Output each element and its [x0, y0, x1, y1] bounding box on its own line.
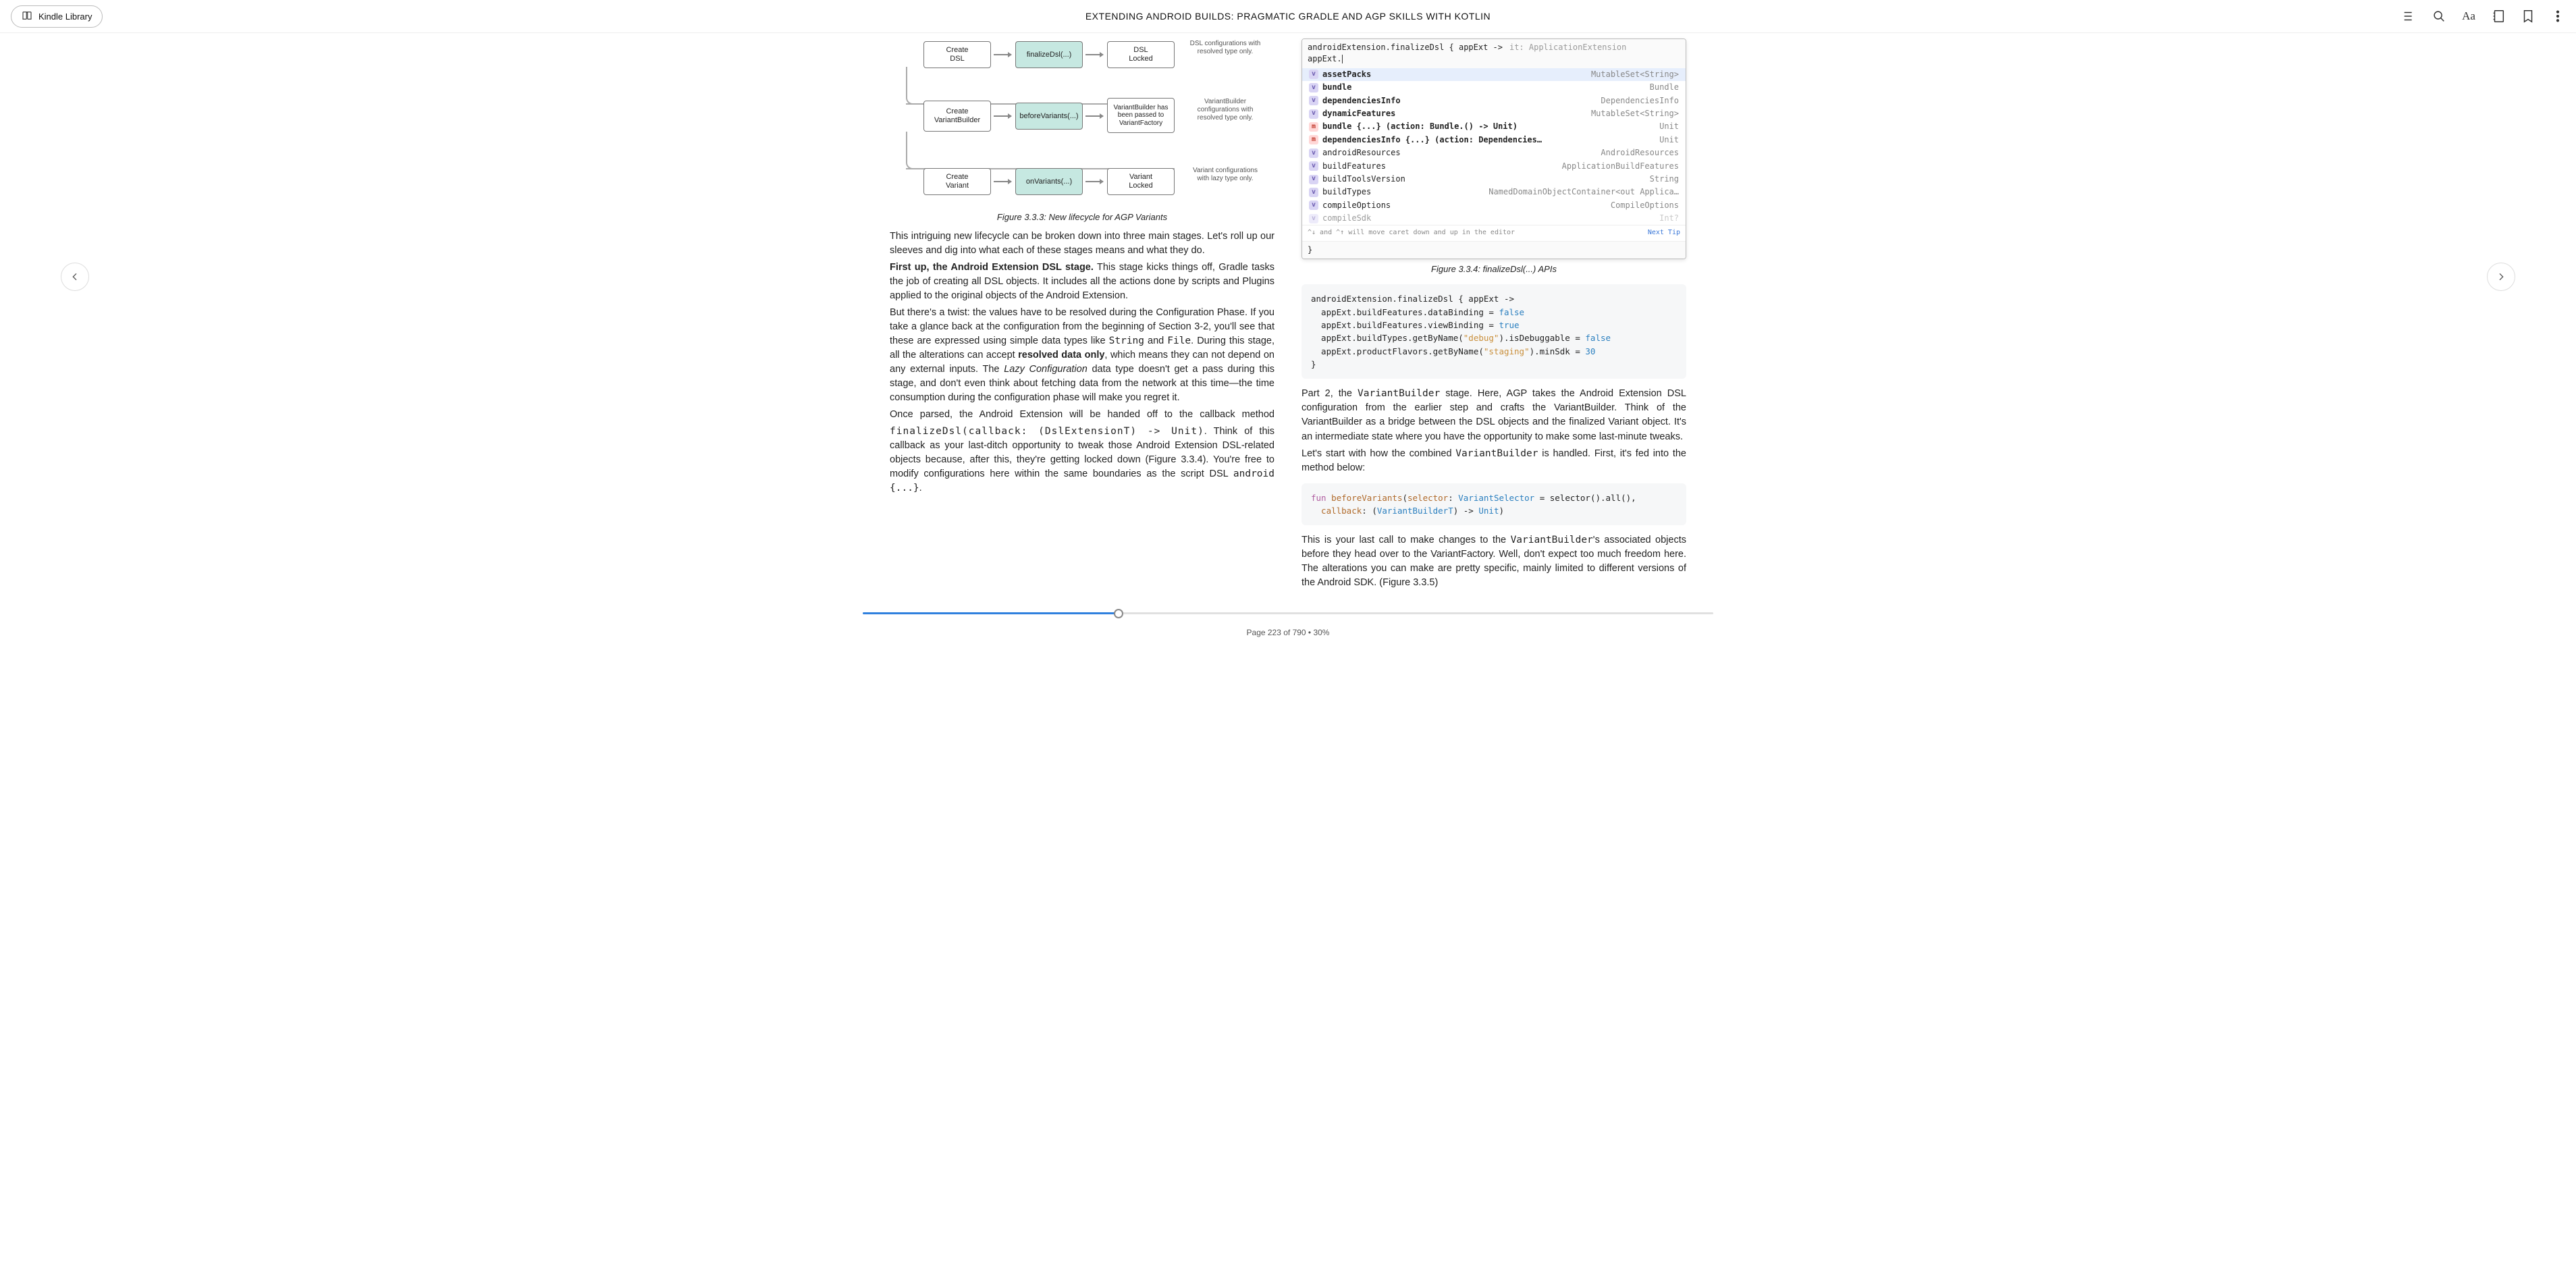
page-right: androidExtension.finalizeDsl { appExt ->… [1302, 38, 1686, 593]
ide-completion-item[interactable]: vcompileOptionsCompileOptions [1302, 199, 1686, 212]
ide-completion-list: vassetPacksMutableSet<String>vbundleBund… [1302, 68, 1686, 225]
ide-completion-item[interactable]: vassetPacksMutableSet<String> [1302, 68, 1686, 81]
font-size-icon[interactable]: Aa [2461, 9, 2476, 24]
code-block: androidExtension.finalizeDsl { appExt ->… [1302, 284, 1686, 379]
search-icon[interactable] [2432, 9, 2446, 24]
diagram-box-variant-locked: Variant Locked [1107, 168, 1175, 195]
diagram-box-dsl-locked: DSL Locked [1107, 41, 1175, 68]
variable-icon: v [1309, 83, 1318, 92]
ide-autocomplete-popup: androidExtension.finalizeDsl { appExt ->… [1302, 38, 1686, 259]
book-title: EXTENDING ANDROID BUILDS: PRAGMATIC GRAD… [1085, 11, 1491, 22]
ide-completion-item[interactable]: vandroidResourcesAndroidResources [1302, 146, 1686, 159]
ide-popup-footer: ^↓ and ^↑ will move caret down and up in… [1302, 225, 1686, 241]
body-text: But there's a twist: the values have to … [890, 306, 1274, 405]
variable-icon: v [1309, 200, 1318, 210]
ide-next-tip-link[interactable]: Next Tip [1648, 228, 1680, 238]
ide-completion-item[interactable]: vdynamicFeaturesMutableSet<String> [1302, 107, 1686, 120]
arrow-icon [1085, 115, 1103, 117]
diagram-note: DSL configurations with resolved type on… [1188, 40, 1262, 56]
variable-icon: v [1309, 188, 1318, 197]
page-indicator: Page 223 of 790 • 30% [0, 628, 2576, 637]
more-icon[interactable] [2550, 9, 2565, 24]
lifecycle-diagram: Create DSL finalizeDsl(...) DSL Locked D… [896, 38, 1274, 207]
book-icon [21, 9, 33, 24]
variable-icon: v [1309, 149, 1318, 158]
ide-completion-item[interactable]: vbuildTypesNamedDomainObjectContainer<ou… [1302, 186, 1686, 198]
ide-completion-item[interactable]: mdependenciesInfo {...} (action: Depende… [1302, 134, 1686, 146]
ide-completion-item[interactable]: vcompileSdkInt? [1302, 212, 1686, 225]
variable-icon: v [1309, 161, 1318, 171]
ide-code-line: } [1302, 241, 1686, 259]
app-header: Kindle Library EXTENDING ANDROID BUILDS:… [0, 0, 2576, 33]
variable-icon: v [1309, 214, 1318, 223]
arrow-icon [1085, 54, 1103, 55]
ide-completion-item[interactable]: vbundleBundle [1302, 81, 1686, 94]
variable-icon: v [1309, 96, 1318, 105]
page-left: Create DSL finalizeDsl(...) DSL Locked D… [890, 38, 1274, 593]
progress-thumb[interactable] [1114, 609, 1123, 618]
arrow-icon [994, 54, 1011, 55]
ide-completion-item[interactable]: vbuildToolsVersionString [1302, 173, 1686, 186]
header-toolbar: Aa [2402, 9, 2565, 24]
diagram-note: VariantBuilder configurations with resol… [1188, 98, 1262, 122]
diagram-box-onvariants: onVariants(...) [1015, 168, 1083, 195]
ide-hint-text: ^↓ and ^↑ will move caret down and up in… [1308, 228, 1515, 238]
bookmark-icon[interactable] [2521, 9, 2535, 24]
body-text: This intriguing new lifecycle can be bro… [890, 230, 1274, 258]
method-icon: m [1309, 135, 1318, 144]
diagram-box-finalizedsl: finalizeDsl(...) [1015, 41, 1083, 68]
diagram-box-create-vb: Create VariantBuilder [923, 101, 991, 132]
kindle-library-label: Kindle Library [38, 11, 92, 22]
ide-type-hint: it: ApplicationExtension [1509, 43, 1626, 52]
body-text: This is your last call to make changes t… [1302, 533, 1686, 590]
toc-icon[interactable] [2402, 9, 2417, 24]
notebook-icon[interactable] [2491, 9, 2506, 24]
variable-icon: v [1309, 109, 1318, 119]
prev-page-button[interactable] [61, 263, 89, 291]
diagram-box-create-variant: Create Variant [923, 168, 991, 195]
method-icon: m [1309, 122, 1318, 132]
arrow-icon [1085, 181, 1103, 182]
body-text: Part 2, the VariantBuilder stage. Here, … [1302, 387, 1686, 444]
variable-icon: v [1309, 175, 1318, 184]
kindle-library-button[interactable]: Kindle Library [11, 5, 103, 28]
progress-slider[interactable] [863, 609, 1713, 618]
body-text: Once parsed, the Android Extension will … [890, 408, 1274, 422]
text-cursor-icon [1342, 55, 1343, 63]
ide-code-line: androidExtension.finalizeDsl { appExt ->… [1302, 39, 1686, 68]
figure-caption: Figure 3.3.4: finalizeDsl(...) APIs [1302, 263, 1686, 276]
diagram-box-vb-passed: VariantBuilder has been passed to Varian… [1107, 98, 1175, 133]
reader-viewport: Create DSL finalizeDsl(...) DSL Locked D… [0, 33, 2576, 593]
arrow-icon [994, 115, 1011, 117]
code-block: fun beforeVariants(selector: VariantSele… [1302, 483, 1686, 526]
body-text: Let's start with how the combined Varian… [1302, 447, 1686, 475]
diagram-connector [906, 168, 919, 169]
diagram-connector [906, 103, 919, 105]
variable-icon: v [1309, 70, 1318, 79]
diagram-note: Variant configurations with lazy type on… [1188, 167, 1262, 183]
body-text: finalizeDsl(callback: (DslExtensionT) ->… [890, 425, 1274, 495]
diagram-box-create-dsl: Create DSL [923, 41, 991, 68]
figure-caption: Figure 3.3.3: New lifecycle for AGP Vari… [890, 211, 1274, 224]
body-text: First up, the Android Extension DSL stag… [890, 261, 1274, 303]
ide-completion-item[interactable]: vdependenciesInfoDependenciesInfo [1302, 95, 1686, 107]
diagram-box-beforevariants: beforeVariants(...) [1015, 103, 1083, 130]
ide-completion-item[interactable]: mbundle {...} (action: Bundle.() -> Unit… [1302, 120, 1686, 133]
diagram-connector [906, 132, 1175, 169]
next-page-button[interactable] [2487, 263, 2515, 291]
ide-completion-item[interactable]: vbuildFeaturesApplicationBuildFeatures [1302, 160, 1686, 173]
arrow-icon [994, 181, 1011, 182]
progress-fill [863, 612, 1118, 614]
